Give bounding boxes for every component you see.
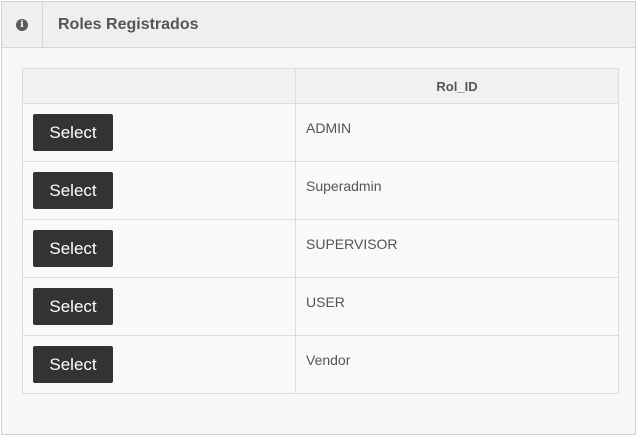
action-cell: Select xyxy=(22,161,296,220)
table-row: Select Superadmin xyxy=(22,161,619,220)
action-cell: Select xyxy=(22,335,296,394)
column-header-actions xyxy=(22,68,296,104)
select-button[interactable]: Select xyxy=(33,346,113,383)
action-cell: Select xyxy=(22,219,296,278)
roles-table-wrap: Rol_ID Select ADMIN Select Superadmin Se… xyxy=(22,68,619,394)
select-button[interactable]: Select xyxy=(33,172,113,209)
select-button[interactable]: Select xyxy=(33,114,113,151)
table-row: Select USER xyxy=(22,277,619,336)
table-row: Select SUPERVISOR xyxy=(22,219,619,278)
rol-id-cell: Superadmin xyxy=(295,161,619,220)
table-header-row: Rol_ID xyxy=(22,68,619,104)
select-button[interactable]: Select xyxy=(33,230,113,267)
rol-id-cell: Vendor xyxy=(295,335,619,394)
table-row: Select Vendor xyxy=(22,335,619,394)
rol-id-cell: SUPERVISOR xyxy=(295,219,619,278)
header-icon-box: i xyxy=(2,2,43,47)
panel-header: i Roles Registrados xyxy=(2,2,635,48)
table-row: Select ADMIN xyxy=(22,103,619,162)
panel-title: Roles Registrados xyxy=(58,15,199,33)
rol-id-cell: USER xyxy=(295,277,619,336)
info-icon: i xyxy=(16,18,28,31)
rol-id-cell: ADMIN xyxy=(295,103,619,162)
action-cell: Select xyxy=(22,277,296,336)
select-button[interactable]: Select xyxy=(33,288,113,325)
action-cell: Select xyxy=(22,103,296,162)
roles-table: Rol_ID Select ADMIN Select Superadmin Se… xyxy=(22,68,619,394)
roles-panel: i Roles Registrados Rol_ID Select ADMIN … xyxy=(1,1,636,435)
column-header-rol-id: Rol_ID xyxy=(295,68,619,104)
